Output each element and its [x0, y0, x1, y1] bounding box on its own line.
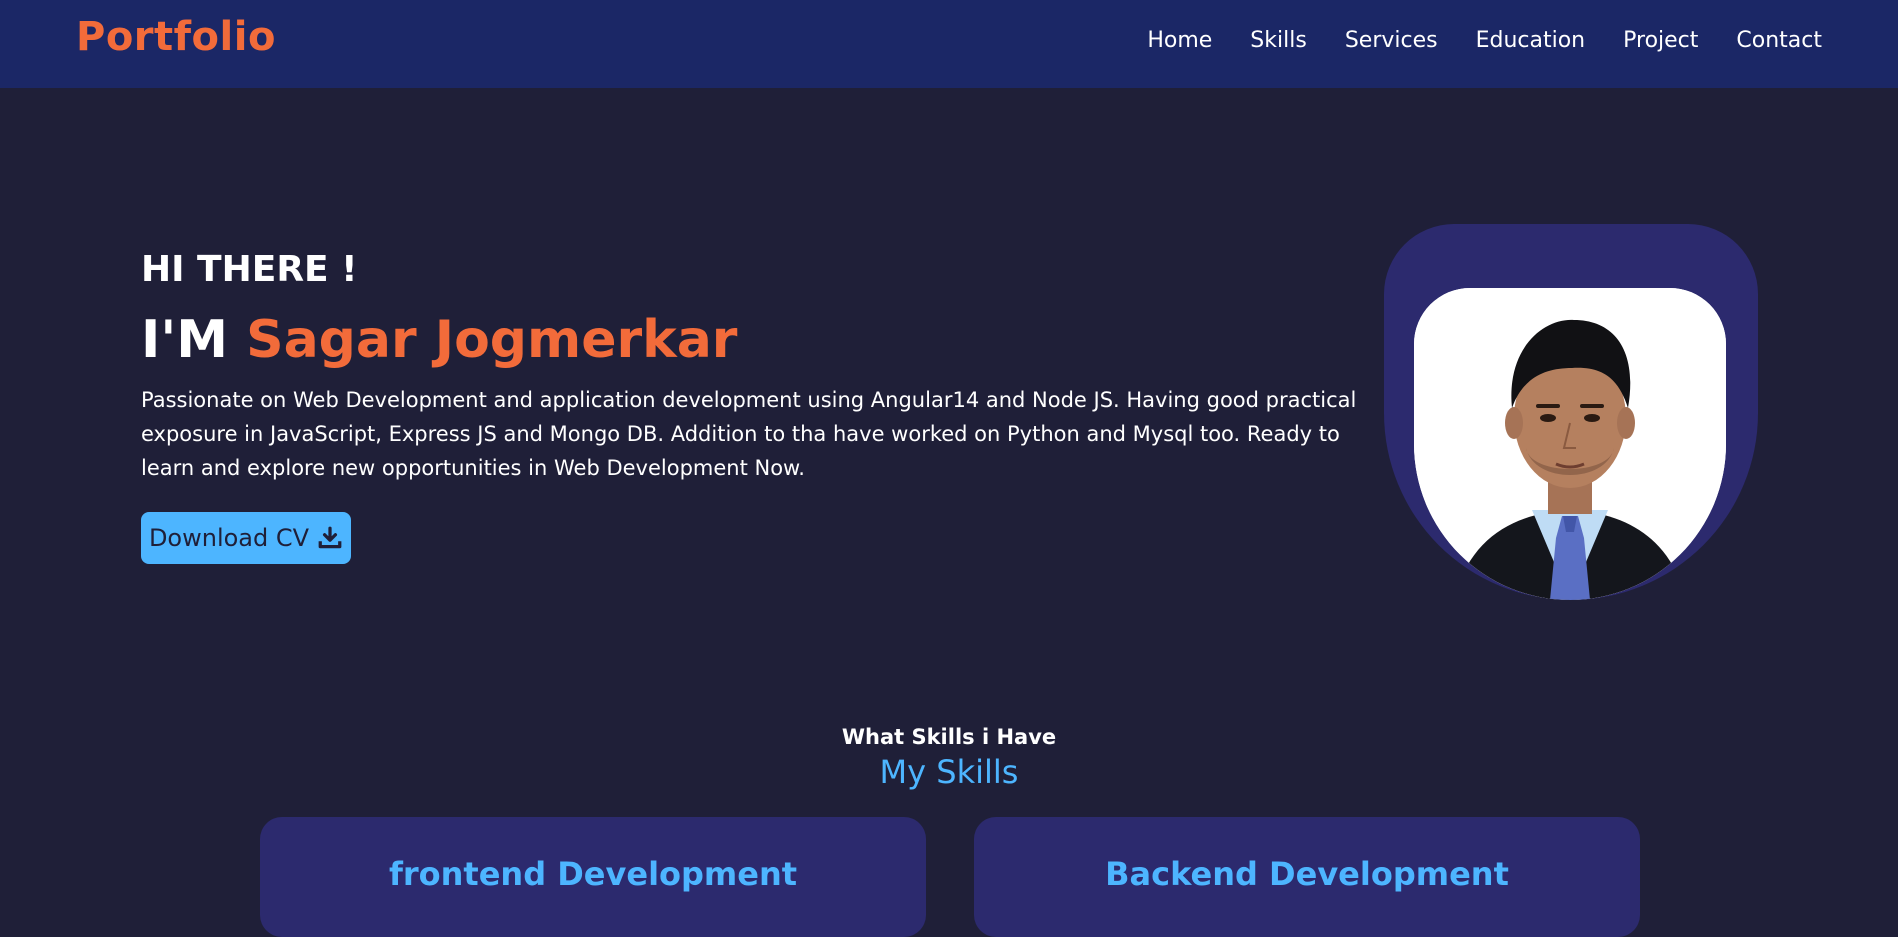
brand-logo[interactable]: Portfolio [76, 14, 276, 60]
nav-home[interactable]: Home [1147, 28, 1212, 53]
backend-skill-card: Backend Development [974, 817, 1640, 937]
hero-heading: I'M Sagar Jogmerkar [141, 307, 1381, 373]
profile-photo-frame [1384, 224, 1758, 600]
hero-name: Sagar Jogmerkar [246, 310, 738, 370]
nav-contact[interactable]: Contact [1736, 28, 1822, 53]
nav-skills[interactable]: Skills [1250, 28, 1307, 53]
nav-links: Home Skills Services Education Project C… [1109, 28, 1822, 53]
profile-photo [1414, 288, 1726, 600]
download-icon [317, 525, 343, 551]
backend-card-title: Backend Development [1105, 855, 1509, 893]
download-cv-label: Download CV [148, 524, 310, 552]
nav-education[interactable]: Education [1476, 28, 1586, 53]
hero-im-prefix: I'M [141, 310, 229, 370]
nav-services[interactable]: Services [1345, 28, 1438, 53]
nav-project[interactable]: Project [1623, 28, 1698, 53]
hero-bio: Passionate on Web Development and applic… [141, 388, 1357, 480]
profile-portrait-illustration [1414, 288, 1726, 600]
skills-title: My Skills [879, 753, 1019, 791]
skills-subtitle: What Skills i Have [841, 725, 1057, 749]
hero-section: HI THERE ! I'M Sagar Jogmerkar Passionat… [141, 245, 1381, 506]
frontend-skill-card: frontend Development [260, 817, 926, 937]
download-cv-button[interactable]: Download CV [141, 512, 351, 564]
hero-greeting: HI THERE ! [141, 249, 358, 290]
navbar: Portfolio Home Skills Services Education… [0, 0, 1898, 88]
frontend-card-title: frontend Development [388, 855, 798, 893]
skills-heading: What Skills i Have My Skills [0, 722, 1898, 792]
